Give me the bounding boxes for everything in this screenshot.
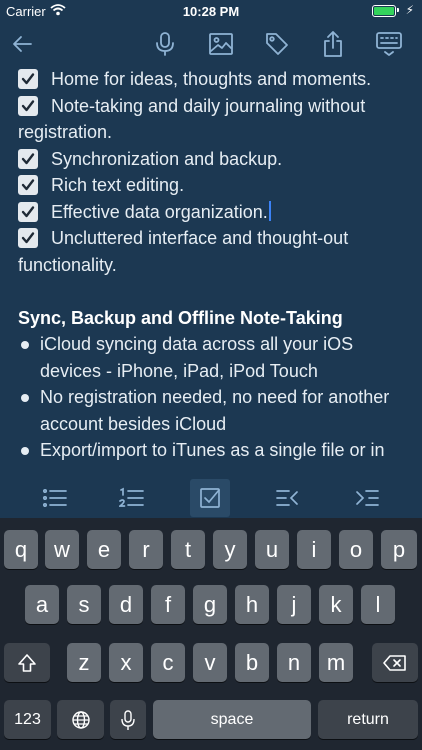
checklist-item: Note-taking and daily journaling without… — [18, 93, 408, 146]
key-w[interactable]: w — [45, 530, 79, 569]
shift-key[interactable] — [4, 643, 50, 682]
tag-icon[interactable] — [261, 28, 293, 60]
checked-checkbox-icon[interactable] — [18, 148, 38, 169]
key-q[interactable]: q — [4, 530, 38, 569]
key-j[interactable]: j — [277, 585, 311, 624]
battery-cap — [397, 8, 399, 12]
dictation-key[interactable] — [110, 700, 146, 739]
bullet-text: No registration needed, no need for anot… — [40, 387, 390, 434]
checklist-item: Home for ideas, thoughts and moments. — [18, 66, 408, 93]
note-editor[interactable]: Home for ideas, thoughts and moments. No… — [0, 66, 422, 470]
checklist-text: Note-taking and daily journaling without… — [18, 95, 366, 143]
key-c[interactable]: c — [151, 643, 185, 682]
globe-key[interactable] — [57, 700, 104, 739]
key-e[interactable]: e — [87, 530, 121, 569]
key-a[interactable]: a — [25, 585, 59, 624]
checked-checkbox-icon[interactable] — [18, 175, 38, 195]
checklist-text: Synchronization and backup. — [51, 148, 283, 169]
shift-icon — [18, 653, 36, 672]
bullet-text: iCloud syncing data across all your iOS … — [40, 334, 354, 381]
key-g[interactable]: g — [193, 585, 227, 624]
outdent-icon[interactable] — [268, 479, 308, 517]
key-l[interactable]: l — [361, 585, 395, 624]
bullet-dot — [21, 447, 29, 455]
checklist-item: Synchronization and backup. — [18, 146, 408, 173]
section-heading: Sync, Backup and Offline Note-Taking — [18, 307, 343, 328]
key-v[interactable]: v — [193, 643, 227, 682]
share-icon[interactable] — [317, 28, 349, 60]
status-bar: Carrier 10:28 PM ⚡ — [0, 0, 422, 22]
key-p[interactable]: p — [381, 530, 417, 569]
checked-checkbox-icon[interactable] — [18, 201, 38, 222]
checklist-text: Effective data organization. — [51, 201, 268, 222]
checked-checkbox-icon[interactable] — [18, 228, 38, 248]
checklist-text: Rich text editing. — [51, 175, 185, 195]
key-r[interactable]: r — [129, 530, 163, 569]
charging-icon: ⚡ — [405, 3, 414, 17]
checklist-item: Rich text editing. — [18, 172, 408, 199]
backspace-key[interactable] — [372, 643, 418, 682]
text-cursor — [268, 200, 271, 221]
microphone-icon[interactable] — [149, 28, 181, 60]
key-s[interactable]: s — [67, 585, 101, 624]
checklist-text: Uncluttered interface and thought-out fu… — [18, 228, 349, 275]
key-h[interactable]: h — [235, 585, 269, 624]
backspace-icon — [383, 654, 406, 671]
numbered-list-icon[interactable] — [112, 479, 152, 517]
keyboard-dismiss-icon[interactable] — [373, 28, 405, 60]
checklist-item: Uncluttered interface and thought-out fu… — [18, 225, 408, 278]
bullet-text: Export/import to iTunes as a single file… — [40, 440, 385, 460]
format-toolbar — [0, 478, 422, 518]
numbers-key[interactable]: 123 — [4, 700, 51, 739]
space-key[interactable]: space — [153, 700, 311, 739]
checklist-text: Home for ideas, thoughts and moments. — [51, 69, 372, 89]
key-f[interactable]: f — [151, 585, 185, 624]
indent-icon[interactable] — [347, 479, 387, 517]
return-key[interactable]: return — [318, 700, 418, 739]
checked-checkbox-icon[interactable] — [18, 69, 38, 89]
key-u[interactable]: u — [255, 530, 289, 569]
checked-checkbox-icon[interactable] — [18, 95, 38, 116]
battery-icon — [372, 5, 396, 17]
key-z[interactable]: z — [67, 643, 101, 682]
bullet-item: Export/import to iTunes as a single file… — [18, 437, 408, 464]
on-screen-keyboard: q w e r t y u i o p a s d f g h j k l z … — [0, 518, 422, 750]
checklist-item: Effective data organization. — [18, 199, 408, 226]
checkbox-icon[interactable] — [190, 479, 230, 517]
bullet-dot — [21, 341, 29, 349]
bulleted-list-icon[interactable] — [35, 479, 75, 517]
bullet-item: No registration needed, no need for anot… — [18, 384, 408, 437]
clock: 10:28 PM — [182, 4, 240, 19]
back-arrow-icon[interactable] — [6, 28, 38, 60]
key-b[interactable]: b — [235, 643, 269, 682]
key-o[interactable]: o — [339, 530, 373, 569]
key-d[interactable]: d — [109, 585, 143, 624]
bullet-item: iCloud syncing data across all your iOS … — [18, 331, 408, 384]
bullet-dot — [21, 394, 29, 402]
image-icon[interactable] — [205, 28, 237, 60]
key-y[interactable]: y — [213, 530, 247, 569]
key-x[interactable]: x — [109, 643, 143, 682]
key-t[interactable]: t — [171, 530, 205, 569]
microphone-icon — [121, 709, 135, 730]
note-toolbar — [0, 22, 422, 66]
key-i[interactable]: i — [297, 530, 331, 569]
key-m[interactable]: m — [319, 643, 353, 682]
key-n[interactable]: n — [277, 643, 311, 682]
globe-icon — [71, 710, 90, 729]
key-k[interactable]: k — [319, 585, 353, 624]
